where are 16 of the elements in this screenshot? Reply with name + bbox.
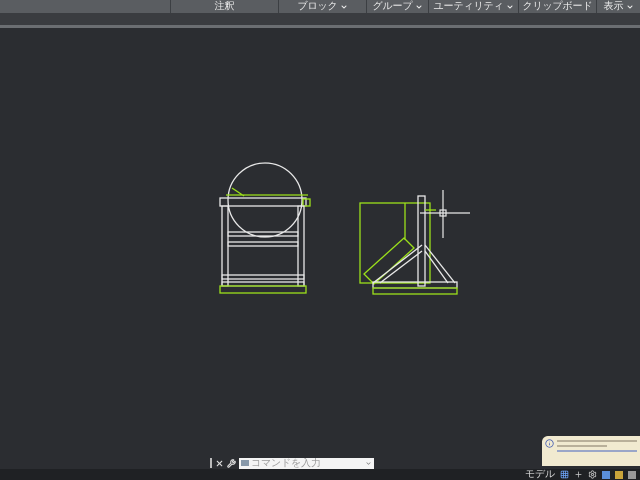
blurred-text-line (557, 445, 607, 447)
info-icon (545, 439, 554, 448)
caret-icon (414, 2, 422, 10)
crosshair-cursor-icon (420, 190, 470, 238)
settings-icon[interactable] (588, 470, 597, 479)
wrench-icon[interactable] (227, 458, 236, 468)
caret-icon (506, 2, 514, 10)
caret-icon (340, 2, 348, 10)
plus-icon[interactable] (574, 470, 583, 479)
close-icon[interactable] (215, 458, 224, 468)
command-input-field[interactable]: コマンドを入力 (239, 458, 374, 468)
model-tab[interactable]: モデル (525, 470, 555, 480)
grid-icon[interactable] (560, 470, 569, 479)
command-prompt-icon (241, 460, 249, 466)
caret-icon (365, 460, 372, 466)
caret-icon (626, 2, 634, 10)
